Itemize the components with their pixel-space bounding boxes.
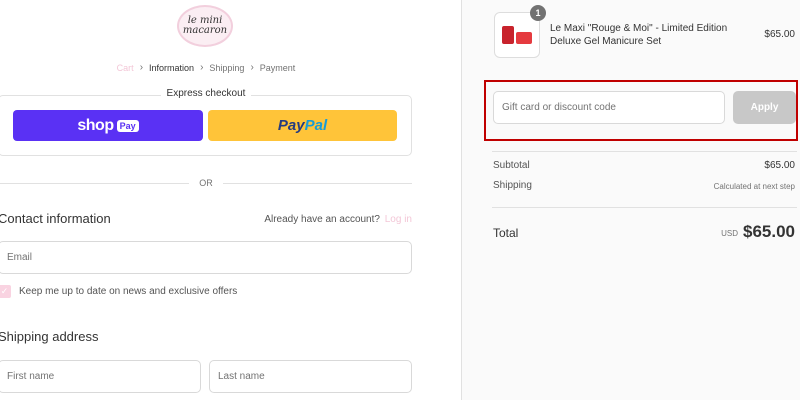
- logo-line-2: macaron: [182, 25, 228, 36]
- newsletter-checkbox[interactable]: ✓: [0, 285, 11, 298]
- shop-pay-button[interactable]: shop Pay: [13, 110, 203, 141]
- product-image-part: [502, 26, 514, 44]
- breadcrumb-payment: Payment: [259, 62, 296, 73]
- chevron-right-icon: ›: [139, 62, 144, 73]
- product-name: Le Maxi "Rouge & Moi" - Limited Edition …: [550, 23, 728, 47]
- last-name-field[interactable]: [209, 360, 412, 393]
- newsletter-label: Keep me up to date on news and exclusive…: [19, 286, 238, 297]
- subtotal-label: Subtotal: [493, 160, 530, 171]
- account-prompt: Already have an account? Log in: [264, 214, 412, 225]
- checkout-main-column: le mini macaron Cart › Information › Shi…: [0, 0, 461, 400]
- account-prompt-text: Already have an account?: [264, 214, 380, 225]
- first-name-field[interactable]: [0, 360, 201, 393]
- chevron-right-icon: ›: [200, 62, 204, 73]
- breadcrumb-cart[interactable]: Cart: [117, 63, 134, 73]
- shipping-address-title: Shipping address: [0, 329, 99, 344]
- paypal-logo-part2: Pal: [304, 117, 328, 134]
- summary-divider: [492, 207, 797, 208]
- express-checkout-title-text: Express checkout: [160, 88, 252, 99]
- quantity-badge: 1: [530, 5, 546, 21]
- paypal-logo-part1: Pay: [277, 117, 305, 134]
- shipping-value: Calculated at next step: [713, 182, 795, 191]
- brand-logo[interactable]: le mini macaron: [177, 5, 233, 47]
- shop-pay-pill: Pay: [116, 119, 139, 132]
- express-checkout-title: Express checkout: [0, 88, 412, 99]
- chevron-right-icon: ›: [250, 62, 254, 73]
- or-divider: OR: [0, 178, 412, 188]
- total-label: Total: [493, 226, 519, 240]
- shipping-label: Shipping: [493, 180, 532, 191]
- subtotal-value: $65.00: [764, 160, 795, 171]
- login-link[interactable]: Log in: [385, 214, 412, 225]
- product-price: $65.00: [764, 29, 795, 40]
- product-image-part: [516, 32, 532, 44]
- discount-code-input[interactable]: [493, 91, 725, 124]
- breadcrumb-information: Information: [149, 62, 195, 73]
- total-value: $65.00: [743, 222, 795, 241]
- breadcrumb-shipping: Shipping: [209, 62, 245, 73]
- paypal-button[interactable]: Pay Pal: [208, 110, 397, 141]
- email-field[interactable]: [0, 241, 412, 274]
- breadcrumb: Cart › Information › Shipping › Payment: [0, 62, 412, 73]
- shop-pay-logo-text: shop: [77, 116, 114, 134]
- apply-discount-button[interactable]: Apply: [733, 91, 796, 124]
- contact-information-title: Contact information: [0, 211, 111, 226]
- total-currency: USD: [721, 229, 738, 238]
- order-summary-panel: 1 Le Maxi "Rouge & Moi" - Limited Editio…: [461, 0, 800, 400]
- newsletter-option: ✓ Keep me up to date on news and exclusi…: [0, 285, 237, 298]
- or-divider-text: OR: [189, 178, 223, 188]
- summary-divider: [492, 151, 797, 152]
